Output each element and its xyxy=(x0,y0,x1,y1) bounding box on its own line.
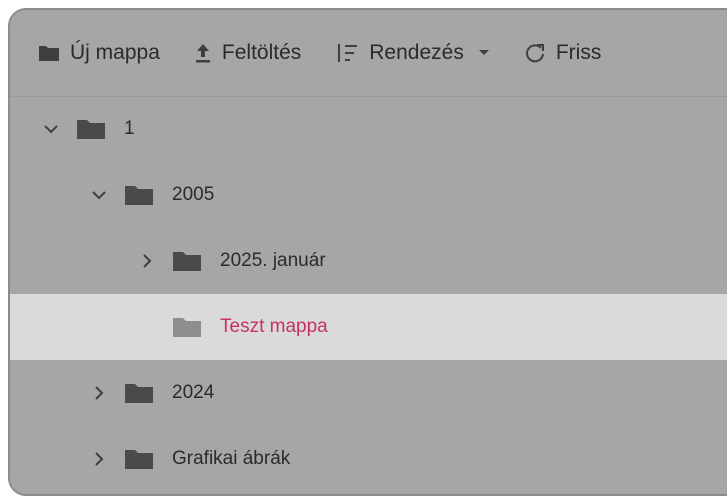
folder-icon xyxy=(38,44,60,62)
folder-icon xyxy=(172,316,202,338)
tree-item-2005[interactable]: 2005 xyxy=(10,162,727,228)
folder-tree: 1 2005 2025. január Teszt mappa 2024 Gra… xyxy=(10,96,727,492)
upload-button[interactable]: Feltöltés xyxy=(194,41,301,65)
tree-item-teszt-mappa[interactable]: Teszt mappa xyxy=(10,294,727,360)
tree-item-label: 2005 xyxy=(172,184,215,205)
new-folder-button[interactable]: Új mappa xyxy=(38,41,160,65)
tree-item-label: Teszt mappa xyxy=(220,316,328,337)
chevron-right-icon[interactable] xyxy=(136,250,158,272)
chevron-placeholder xyxy=(136,316,158,338)
tree-item-label: 1 xyxy=(124,118,135,139)
chevron-right-icon[interactable] xyxy=(88,382,110,404)
sort-label: Rendezés xyxy=(369,41,464,64)
folder-icon xyxy=(124,448,154,470)
refresh-label: Friss xyxy=(555,41,602,64)
tree-item-2024[interactable]: 2024 xyxy=(10,360,727,426)
folder-icon xyxy=(124,184,154,206)
toolbar: Új mappa Feltöltés Rendezés Friss xyxy=(10,10,727,97)
tree-item-label: 2024 xyxy=(172,382,215,403)
caret-down-icon xyxy=(478,49,490,57)
chevron-down-icon[interactable] xyxy=(40,118,62,140)
tree-item-label: Grafikai ábrák xyxy=(172,448,291,469)
upload-icon xyxy=(194,42,212,64)
tree-item-grafikai-abrak[interactable]: Grafikai ábrák xyxy=(10,426,727,492)
folder-icon xyxy=(172,250,202,272)
tree-item-2025-januar[interactable]: 2025. január xyxy=(10,228,727,294)
tree-item-label: 2025. január xyxy=(220,250,326,271)
upload-label: Feltöltés xyxy=(221,41,302,64)
tree-item-1[interactable]: 1 xyxy=(10,96,727,162)
refresh-button[interactable]: Friss xyxy=(524,41,602,65)
folder-icon xyxy=(124,382,154,404)
sort-icon xyxy=(335,42,359,64)
refresh-icon xyxy=(524,42,546,64)
sort-button[interactable]: Rendezés xyxy=(335,41,490,65)
folder-icon xyxy=(76,118,106,140)
chevron-right-icon[interactable] xyxy=(88,448,110,470)
chevron-down-icon[interactable] xyxy=(88,184,110,206)
file-browser-panel: Új mappa Feltöltés Rendezés Friss 1 2005… xyxy=(8,8,727,496)
new-folder-label: Új mappa xyxy=(70,41,160,64)
